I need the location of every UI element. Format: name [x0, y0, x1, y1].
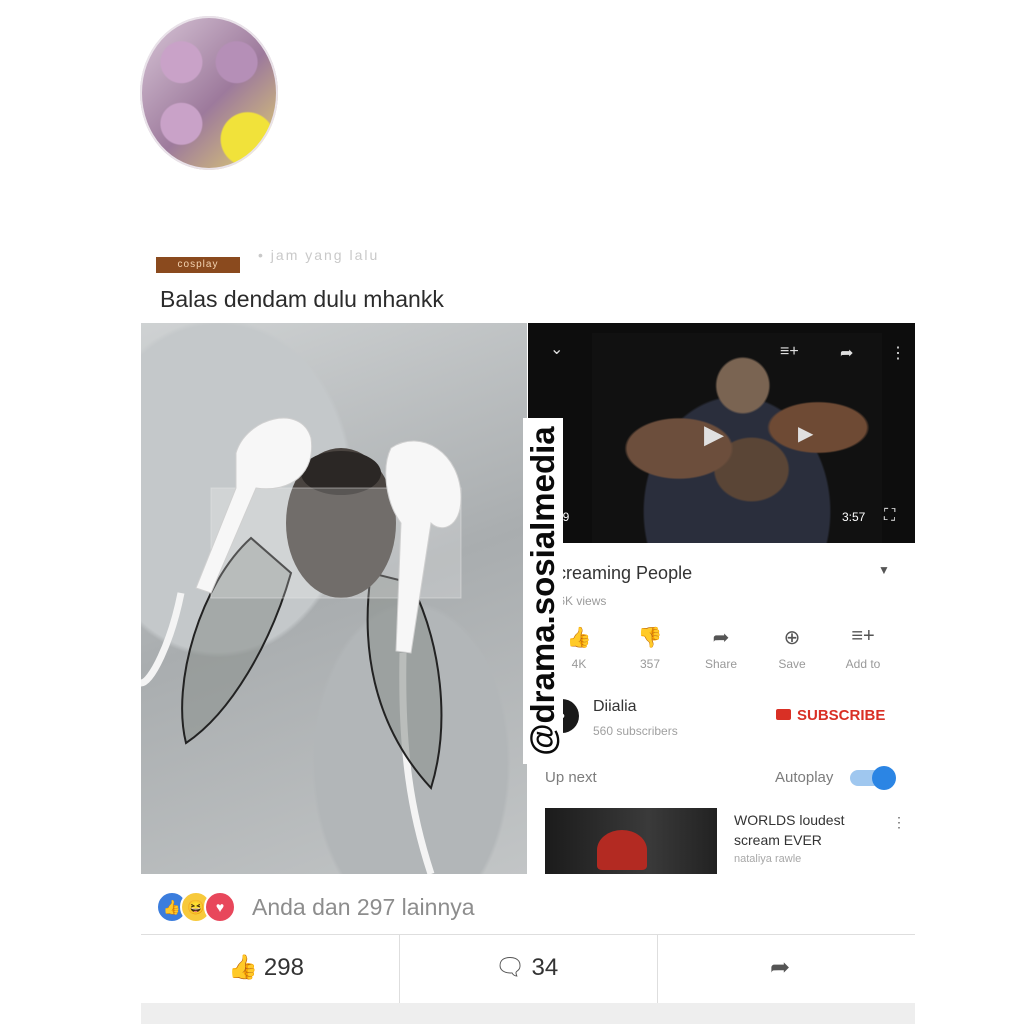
up-next-label: Up next — [545, 769, 597, 786]
share-button[interactable]: ➦ — [770, 953, 790, 982]
save-icon: ⊕ — [783, 627, 801, 649]
earphones-cicada-illustration — [139, 417, 462, 876]
post-text: Balas dendam dulu mhankk — [160, 286, 444, 312]
post-meta: • jam yang lalu — [258, 247, 380, 263]
channel-subscribers: 560 subscribers — [593, 724, 678, 738]
profile-avatar[interactable] — [140, 16, 278, 170]
comment-bubble-icon: 🗨 — [495, 954, 526, 981]
comment-button[interactable]: 🗨 34 — [495, 953, 558, 982]
add-to-label: Add to — [845, 657, 881, 671]
post-tag-badge: cosplay — [156, 257, 240, 273]
like-button[interactable]: 👍 298 — [228, 953, 304, 982]
more-vert-icon[interactable]: ⋮ — [890, 343, 906, 363]
save-action[interactable]: ⊕ Save — [762, 625, 822, 671]
love-reaction-icon: ♥ — [204, 891, 236, 923]
share-arrow-icon: ➦ — [770, 954, 791, 981]
share-arrow-icon: ➦ — [712, 627, 730, 649]
pause-indicator-icon: ▶ — [798, 423, 814, 445]
dislike-count: 357 — [639, 657, 661, 671]
divider — [399, 935, 400, 1003]
more-vert-icon[interactable]: ⋮ — [892, 814, 906, 831]
next-video-author: nataliya rawle — [734, 853, 802, 865]
channel-name[interactable]: Diialia — [593, 698, 637, 716]
autoplay-label: Autoplay — [775, 769, 834, 786]
thumbs-up-icon: 👍 — [228, 954, 258, 981]
next-video-thumbnail[interactable] — [545, 808, 717, 874]
bottom-strip — [141, 1003, 915, 1024]
reaction-summary[interactable]: Anda dan 297 lainnya — [252, 894, 475, 921]
dislike-action[interactable]: 👎 357 — [620, 625, 680, 671]
video-player[interactable]: ⌄ ≡+ ➦ ⋮ ▶ ▶ 0:09 3:57 ⛶ — [528, 323, 915, 543]
save-label: Save — [778, 657, 806, 671]
watermark: @drama.sosialmedia — [523, 418, 563, 764]
chevron-down-icon[interactable]: ⌄ — [550, 339, 563, 359]
post-photo[interactable] — [139, 323, 527, 876]
comment-count: 34 — [531, 954, 559, 981]
divider — [657, 935, 658, 1003]
autoplay-toggle-knob[interactable] — [872, 766, 896, 790]
video-duration: 3:57 — [842, 510, 866, 524]
like-count: 298 — [263, 954, 304, 981]
add-to-action[interactable]: ≡+ Add to — [833, 625, 893, 671]
share-arrow-icon[interactable]: ➦ — [840, 343, 853, 363]
share-action[interactable]: ➦ Share — [691, 625, 751, 671]
share-label: Share — [704, 657, 738, 671]
video-title[interactable]: Screaming People — [545, 563, 692, 584]
thumbs-down-icon: 👎 — [637, 627, 663, 649]
subscribe-button[interactable]: SUBSCRIBE — [776, 707, 885, 724]
playlist-add-icon[interactable]: ≡+ — [780, 343, 799, 361]
fullscreen-icon[interactable]: ⛶ — [884, 507, 895, 525]
expand-description-icon[interactable]: ▼ — [878, 563, 890, 577]
playlist-add-icon: ≡+ — [851, 625, 875, 647]
play-icon[interactable]: ▶ — [704, 419, 724, 450]
subscribe-label: SUBSCRIBE — [797, 707, 886, 724]
video-thumbnail — [592, 333, 882, 543]
mario-cap-image — [597, 830, 647, 870]
next-video-title[interactable]: WORLDS loudest scream EVER — [734, 810, 874, 850]
youtube-logo-icon — [776, 709, 791, 720]
